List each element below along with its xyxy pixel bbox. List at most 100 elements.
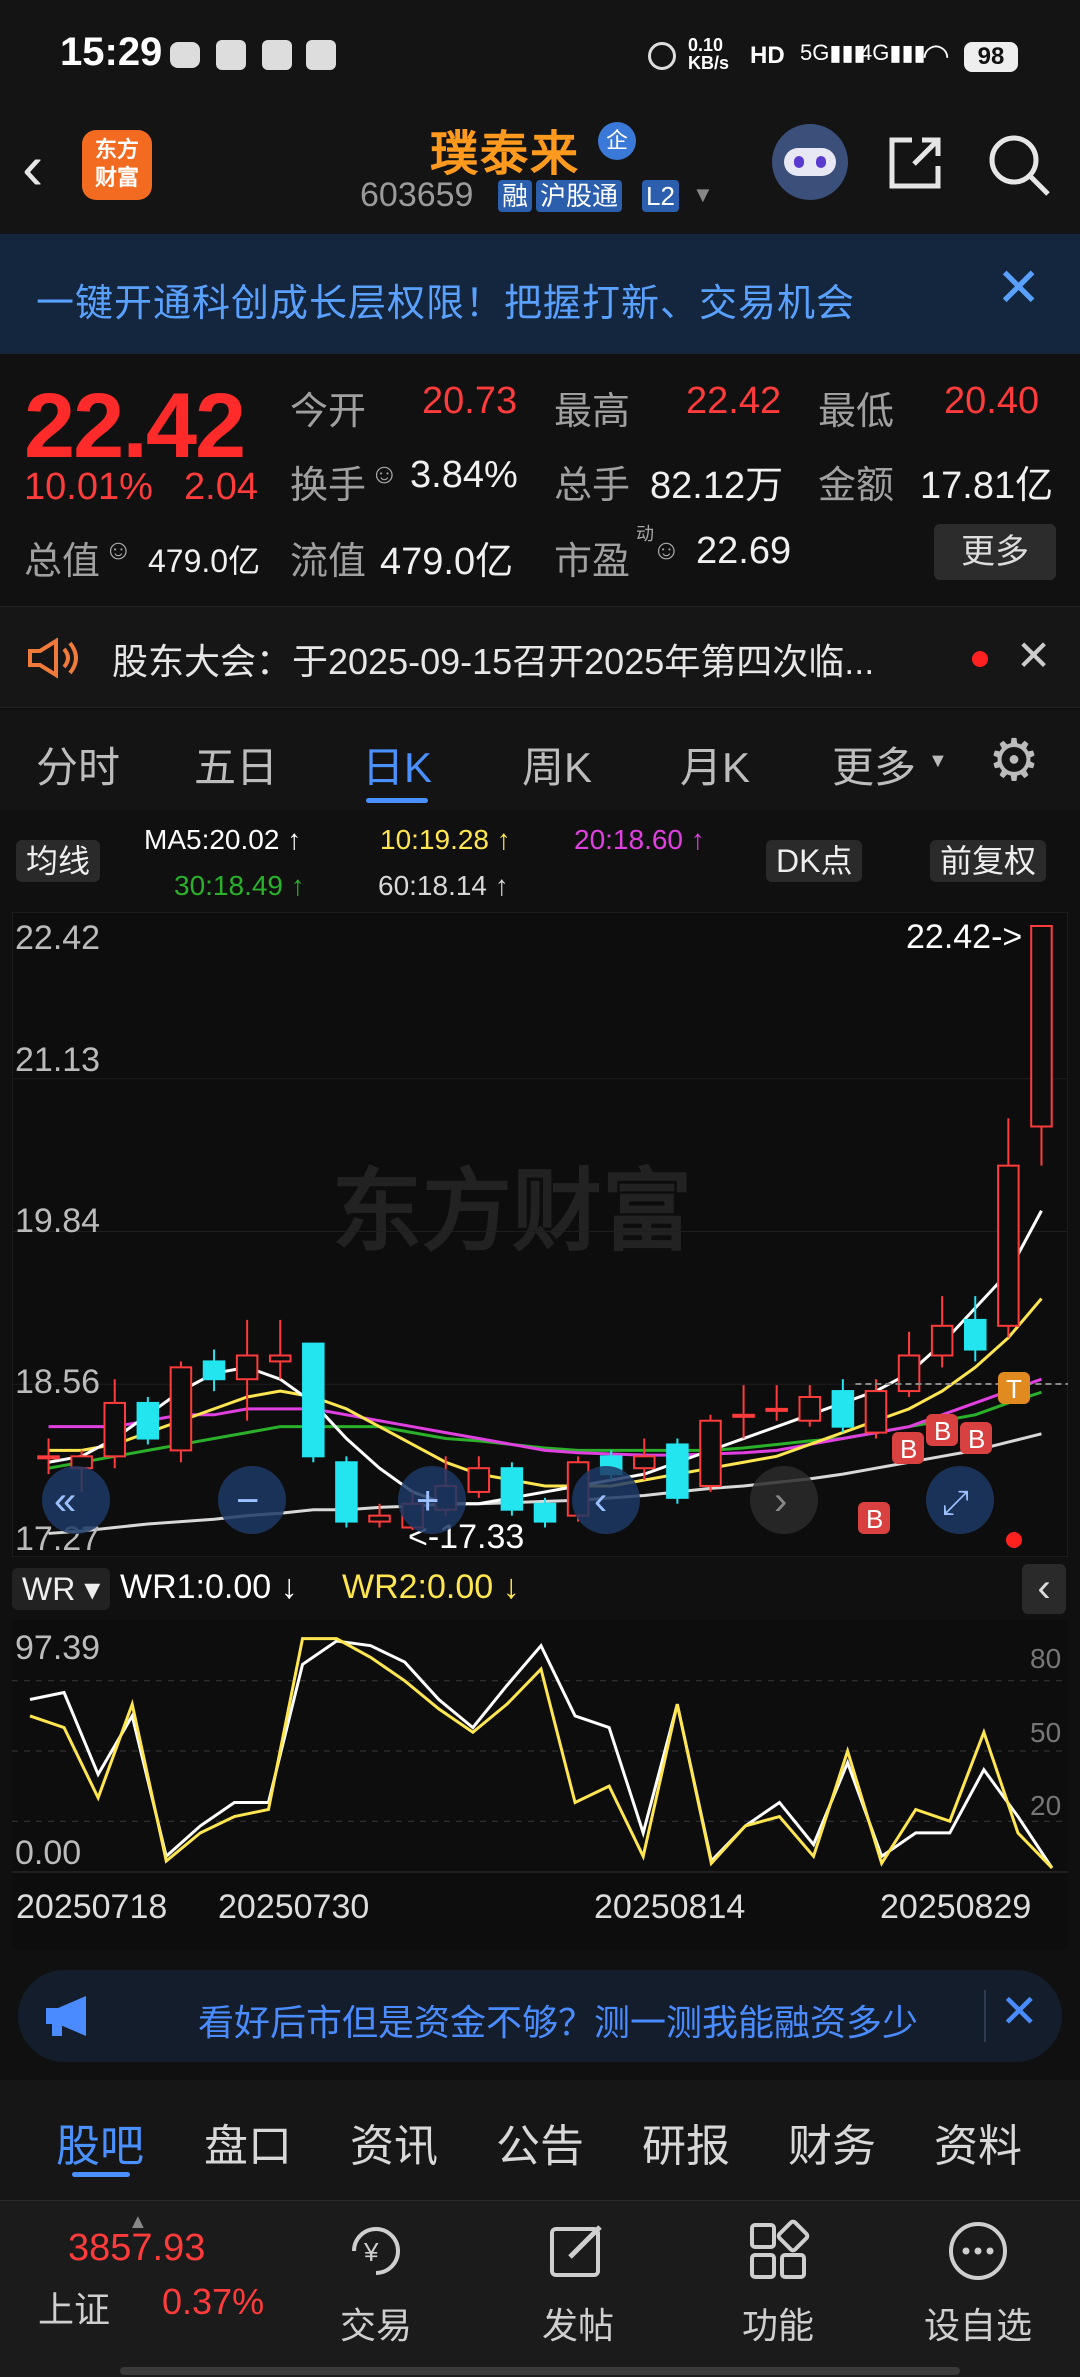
robot-assistant-icon[interactable] [772, 124, 848, 200]
step-forward-button[interactable]: › [750, 1466, 818, 1534]
buy-signal-marker[interactable]: B [892, 1432, 924, 1464]
info-icon[interactable]: ☺ [652, 534, 681, 566]
label-float-cap: 流值 [290, 541, 367, 583]
tab-research[interactable]: 研报 [642, 2110, 730, 2174]
trade-button[interactable]: ¥ 交易 [306, 2215, 446, 2365]
ma10-value: 10:19.28 ↑ [380, 824, 511, 855]
svg-text:B: B [900, 1434, 917, 1464]
speaker-icon [28, 637, 78, 679]
label-volume: 总手 [554, 465, 631, 507]
tab-weekly-k[interactable]: 周K [522, 734, 592, 795]
tab-five-day[interactable]: 五日 [194, 734, 278, 795]
current-price: 22.42 [24, 375, 246, 477]
tab-more[interactable]: 更多 [832, 734, 916, 795]
zoom-in-button[interactable]: + [398, 1466, 466, 1534]
back-arrow-icon[interactable]: ‹ [22, 130, 43, 204]
x-date-label: 20250829 [880, 1888, 1031, 1926]
wr-right-tick: 50 [1030, 1717, 1061, 1748]
tab-news[interactable]: 资讯 [350, 2110, 438, 2174]
label-open: 今开 [290, 391, 367, 433]
candle [335, 1456, 358, 1528]
candle-body [302, 1342, 325, 1458]
dk-point-button[interactable]: DK点 [766, 840, 863, 882]
stock-name: 璞泰来 [430, 128, 581, 181]
financing-ad-bar[interactable]: 看好后市但是资金不够？测一测我能融资多少 ✕ [18, 1970, 1062, 2062]
buy-signal-marker[interactable]: B [858, 1502, 890, 1534]
candle-body [500, 1467, 524, 1511]
fullscreen-button[interactable]: ⤢ [926, 1466, 994, 1534]
price-adjust-button[interactable]: 前复权 [930, 840, 1047, 882]
status-bar: 15:29 0.10 KB/s HD 5G▮▮▮ 4G▮▮▮ ◠ 98 [0, 0, 1080, 110]
gear-icon[interactable]: ⚙ [988, 726, 1040, 794]
tab-guba[interactable]: 股吧 [56, 2110, 144, 2174]
rewind-fast-button[interactable]: « [42, 1466, 110, 1534]
brand-logo: 东方 财富 [82, 130, 152, 200]
candle-body [335, 1461, 358, 1523]
candle-body [633, 1455, 656, 1470]
post-button[interactable]: 发帖 [508, 2215, 648, 2365]
wr-indicator-row: WR ▾ WR1:0.00 ↓ WR2:0.00 ↓ ‹ [0, 1560, 1080, 1618]
candle-body [831, 1390, 855, 1428]
more-button[interactable]: 更多 [934, 524, 1056, 580]
collapse-panel-button[interactable]: ‹ [1022, 1564, 1066, 1614]
step-back-button[interactable]: ‹ [572, 1466, 640, 1534]
unread-dot [972, 651, 988, 667]
dropdown-caret-icon[interactable]: ▼ [928, 750, 948, 773]
tab-announcements[interactable]: 公告 [496, 2110, 584, 2174]
index-name: 上证 [38, 2289, 111, 2330]
info-icon[interactable]: ☺ [370, 458, 399, 490]
sub-indicator-select-button[interactable]: WR ▾ [12, 1568, 111, 1610]
close-icon[interactable]: ✕ [996, 256, 1041, 319]
tab-intraday[interactable]: 分时 [36, 734, 120, 795]
battery-indicator: 98 [964, 42, 1018, 72]
trade-icon: ¥ [352, 2227, 400, 2275]
tab-order-book[interactable]: 盘口 [204, 2110, 292, 2174]
x-date-label: 20250718 [16, 1888, 167, 1926]
candle [302, 1342, 325, 1463]
tab-financials[interactable]: 财务 [788, 2110, 876, 2174]
close-icon[interactable]: ✕ [1000, 1984, 1039, 2038]
ma5-value: MA5:20.02 ↑ [144, 824, 302, 855]
y-tick-label: 18.56 [15, 1363, 100, 1401]
wr1-value: WR1:0.00 ↓ [120, 1568, 298, 1606]
candle-body [235, 1354, 259, 1381]
y-tick-label: 21.13 [15, 1041, 100, 1079]
notice-bar[interactable]: 股东大会：于2025-09-15召开2025年第四次临... ✕ [0, 606, 1080, 708]
x-date-label: 20250814 [594, 1888, 745, 1926]
candle-body [732, 1413, 755, 1418]
close-icon[interactable]: ✕ [1016, 631, 1051, 680]
t-signal-marker[interactable]: T [998, 1372, 1030, 1404]
search-icon[interactable] [986, 132, 1052, 198]
candle-body [997, 1164, 1020, 1327]
svg-text:−: − [236, 1479, 259, 1523]
value-low: 20.40 [944, 380, 1040, 422]
candle-body [1030, 925, 1053, 1128]
indicator-select-button[interactable]: 均线 [16, 840, 101, 882]
value-high: 22.42 [686, 380, 782, 422]
max-price-label: 22.42-> [906, 918, 1022, 956]
candle [500, 1462, 524, 1516]
financing-ad-text: 看好后市但是资金不够？测一测我能融资多少 [198, 2002, 919, 2042]
tab-daily-k[interactable]: 日K [362, 734, 432, 795]
tab-profile[interactable]: 资料 [934, 2110, 1022, 2174]
info-icon[interactable]: ☺ [104, 534, 133, 566]
share-icon[interactable] [884, 132, 946, 194]
index-value[interactable]: 3857.93 [68, 2227, 205, 2270]
buy-signal-marker[interactable]: B [926, 1414, 958, 1446]
candle-body [533, 1502, 557, 1523]
hd-icon: HD [750, 42, 785, 69]
tab-monthly-k[interactable]: 月K [680, 734, 750, 795]
value-volume: 82.12万 [650, 465, 784, 507]
promo-banner[interactable]: 一键开通科创成长层权限！把握打新、交易机会 ✕ [0, 234, 1080, 354]
wr-line-chart[interactable]: 97.39 0.00 80 50 20 20250718 20250730 20… [12, 1620, 1068, 1950]
label-turnover: 换手 [290, 465, 367, 507]
dropdown-caret-icon[interactable]: ▼ [692, 182, 714, 208]
candlestick-chart[interactable]: 东方财富 22.42 21.13 19.84 18.56 17.27 22.42… [12, 912, 1068, 1557]
add-watchlist-button[interactable]: 设自选 [908, 2215, 1048, 2365]
zoom-out-button[interactable]: − [218, 1466, 286, 1534]
wr-right-tick: 80 [1030, 1643, 1061, 1674]
buy-signal-marker[interactable]: B [960, 1422, 992, 1454]
candle-body [136, 1401, 160, 1440]
functions-button[interactable]: 功能 [708, 2215, 848, 2365]
signal-5g-icon: 5G▮▮▮ [800, 40, 866, 65]
